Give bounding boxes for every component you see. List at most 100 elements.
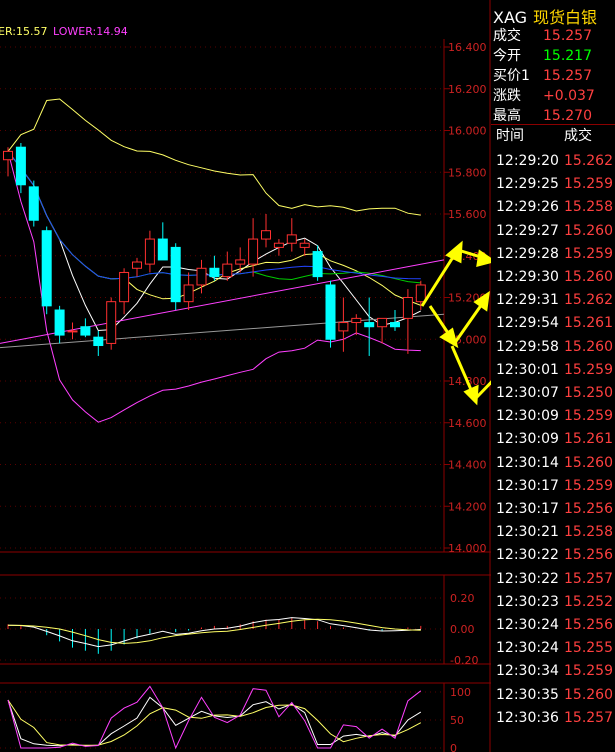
tick-price: 15.261 (564, 431, 613, 448)
tick-row[interactable]: 12:30:17 15.256 (491, 498, 615, 521)
tick-row[interactable]: 12:29:20 15.262 (491, 150, 615, 173)
tick-row[interactable]: 12:30:21 15.258 (491, 521, 615, 544)
tick-price: 15.260 (564, 269, 613, 285)
quote-header: XAG 现货白银 (493, 4, 597, 28)
tick-price: 15.259 (564, 176, 613, 193)
candle-body (132, 261, 142, 269)
tick-row[interactable]: 12:29:54 15.261 (491, 312, 615, 335)
candle-body (28, 186, 39, 221)
price-tick-label: 16.400 (448, 41, 487, 54)
quote-value: 15.257 (543, 68, 592, 84)
tick-row[interactable]: 12:30:24 15.256 (491, 614, 615, 637)
tick-price: 15.259 (564, 245, 613, 262)
candle-body (415, 284, 426, 303)
quote-value: 15.217 (543, 48, 592, 64)
trading-screen: 16.400 16.200 16.000 15.800 15.600 15.400 15.2… (0, 0, 615, 752)
tick-row[interactable]: 12:30:22 15.256 (491, 544, 615, 567)
tick-price: 15.259 (564, 477, 613, 494)
candle-body (325, 284, 336, 340)
candle-body (67, 330, 78, 333)
tick-price: 15.250 (564, 385, 613, 401)
tick-time: 12:29:31 (496, 292, 559, 309)
candle-body (222, 263, 233, 278)
candle-body (286, 234, 297, 244)
tick-price: 15.256 (564, 547, 613, 564)
tick-row[interactable]: 12:30:34 15.259 (491, 660, 615, 683)
candle-body (299, 242, 310, 248)
candle-body (144, 238, 155, 265)
candle-body (351, 317, 362, 324)
quote-value: +0.037 (543, 88, 595, 104)
candle-body (364, 322, 375, 328)
tick-row[interactable]: 12:30:22 15.257 (491, 568, 615, 591)
price-tick-label: 16.000 (448, 125, 487, 138)
tick-price: 15.261 (564, 315, 613, 332)
quote-label: 买价1 (493, 68, 530, 84)
tick-time: 12:29:20 (496, 153, 559, 169)
tick-time: 12:30:17 (496, 501, 559, 517)
tick-time: 12:29:25 (496, 176, 559, 193)
tick-row[interactable]: 12:29:31 15.262 (491, 289, 615, 312)
tick-time: 12:30:17 (496, 477, 559, 494)
macd-tick-label: -0.20 (450, 654, 478, 667)
candle-body (338, 322, 349, 332)
tick-price: 15.258 (564, 524, 613, 541)
tick-row[interactable]: 12:30:14 15.260 (491, 452, 615, 475)
tick-row[interactable]: 12:30:09 15.261 (491, 428, 615, 451)
symbol-name: 现货白银 (533, 8, 598, 27)
tick-time: 12:30:22 (496, 570, 559, 587)
tick-time: 12:29:27 (496, 222, 559, 239)
price-tick-label: 14.200 (448, 500, 487, 513)
tick-time: 12:29:54 (496, 315, 559, 332)
candle-body (312, 251, 323, 278)
tick-row[interactable]: 12:30:09 15.259 (491, 405, 615, 428)
candle-body (157, 238, 168, 261)
tick-price: 15.255 (564, 640, 613, 657)
tick-price: 15.259 (564, 408, 613, 425)
tick-price: 15.260 (564, 222, 613, 239)
tick-row[interactable]: 12:30:23 15.252 (491, 591, 615, 614)
ticks-header-price: 成交 (564, 128, 592, 144)
ticks-header: 时间 成交 (491, 126, 615, 146)
tick-row[interactable]: 12:30:01 15.259 (491, 359, 615, 382)
candle-body (80, 326, 91, 336)
tick-price: 15.257 (564, 709, 613, 726)
candle-body (235, 259, 246, 265)
upper-band-label: ER:15.57 (0, 25, 47, 38)
kdj-tick-label: 50 (450, 714, 464, 727)
tick-time: 12:30:14 (496, 454, 559, 471)
candle-body (377, 317, 388, 328)
tick-time: 12:30:23 (496, 593, 559, 610)
tick-row[interactable]: 12:30:24 15.255 (491, 637, 615, 660)
tick-time: 12:30:34 (496, 663, 559, 680)
tick-time: 12:30:21 (496, 524, 559, 541)
tick-row[interactable]: 12:29:27 15.260 (491, 220, 615, 243)
tick-row[interactable]: 12:30:36 15.257 (491, 707, 615, 730)
tick-row[interactable]: 12:30:17 15.259 (491, 475, 615, 498)
tick-row[interactable]: 12:29:28 15.259 (491, 243, 615, 266)
quote-label: 涨跌 (493, 88, 521, 104)
tick-price: 15.259 (564, 663, 613, 680)
tick-row[interactable]: 12:30:07 15.250 (491, 382, 615, 405)
quote-row: 今开 15.217 (491, 47, 615, 66)
macd-tick-label: 0.00 (450, 623, 475, 636)
tick-time: 12:29:30 (496, 269, 559, 285)
tick-time: 12:30:01 (496, 361, 559, 378)
tick-row[interactable]: 12:30:35 15.260 (491, 684, 615, 707)
candle-body (106, 301, 117, 344)
quote-label: 今开 (493, 48, 521, 64)
candlestick-chart[interactable]: 16.40016.20016.00015.80015.60015.40015.2… (0, 0, 491, 752)
tick-row[interactable]: 12:29:26 15.258 (491, 196, 615, 219)
tick-row[interactable]: 12:29:30 15.260 (491, 266, 615, 289)
tick-price: 15.260 (564, 454, 613, 471)
tick-row[interactable]: 12:29:25 15.259 (491, 173, 615, 196)
tick-row[interactable]: 12:29:58 15.260 (491, 336, 615, 359)
tick-time: 12:29:28 (496, 245, 559, 262)
price-tick-label: 14.600 (448, 417, 487, 430)
price-tick-label: 15.800 (448, 166, 487, 179)
candle-body (261, 230, 271, 240)
candle-body (3, 150, 13, 161)
tick-price: 15.262 (564, 292, 613, 309)
candle-body (93, 336, 104, 347)
ticks-header-time: 时间 (496, 128, 524, 144)
